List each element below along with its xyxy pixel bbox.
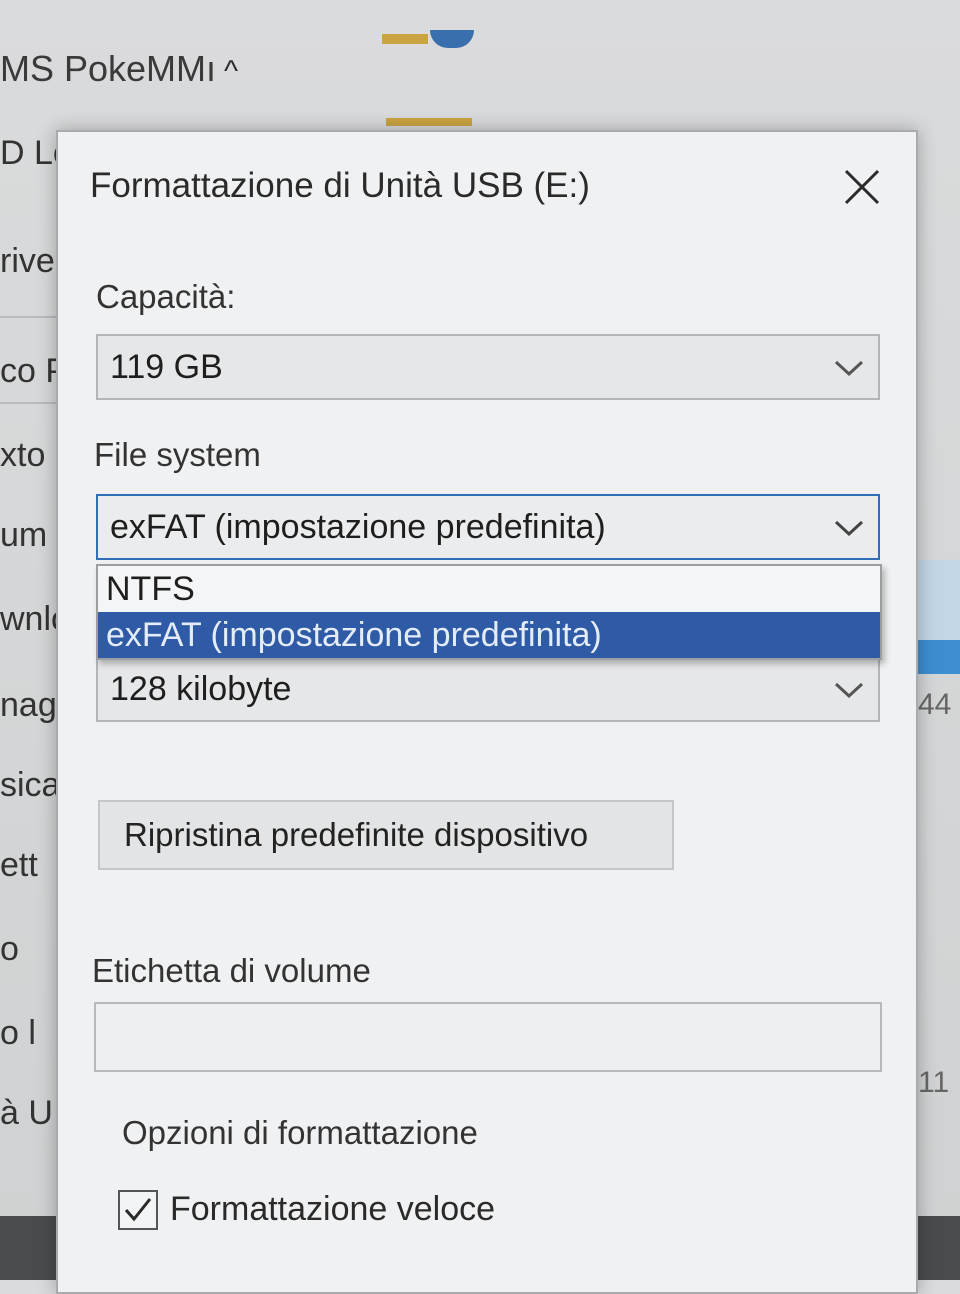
volume-label-label: Etichetta di volume: [92, 952, 371, 989]
file-system-dropdown-list: NTFS exFAT (impostazione predefinita): [96, 564, 882, 660]
sidebar-item[interactable]: xto: [0, 436, 56, 475]
file-system-label: File system: [94, 436, 261, 473]
background-progress-bar: [914, 640, 960, 674]
toolbar-icon-fragment: [386, 118, 472, 126]
format-options-label: Opzioni di formattazione: [122, 1114, 478, 1151]
chevron-down-icon: [834, 520, 864, 537]
chevron-up-icon[interactable]: ^: [224, 55, 238, 89]
sidebar-item[interactable]: co P: [0, 352, 56, 391]
allocation-unit-combobox[interactable]: 128 kilobyte: [96, 656, 880, 722]
sidebar-item[interactable]: à U: [0, 1094, 56, 1133]
background-size-value: 44: [918, 688, 952, 721]
sidebar-item[interactable]: wnlo: [0, 600, 56, 639]
dropdown-option-exfat[interactable]: exFAT (impostazione predefinita): [98, 612, 880, 658]
sidebar-item[interactable]: sica: [0, 766, 56, 805]
allocation-unit-value: 128 kilobyte: [110, 670, 292, 708]
capacity-label: Capacità:: [96, 278, 236, 315]
capacity-value: 119 GB: [110, 348, 223, 386]
chevron-down-icon: [834, 682, 864, 699]
sidebar-item[interactable]: o: [0, 930, 56, 969]
background-size-value: 11: [918, 1066, 950, 1099]
sidebar-item[interactable]: um: [0, 516, 56, 555]
sidebar-item[interactable]: nag: [0, 686, 56, 725]
checkmark-icon: [124, 1198, 152, 1222]
volume-label-input[interactable]: [94, 1002, 882, 1072]
capacity-combobox[interactable]: 119 GB: [96, 334, 880, 400]
sidebar-divider: [0, 402, 56, 404]
sidebar-divider: [0, 316, 56, 318]
sidebar-item[interactable]: rive: [0, 242, 56, 281]
dialog-title: Formattazione di Unità USB (E:): [90, 166, 590, 205]
file-system-combobox[interactable]: exFAT (impostazione predefinita): [96, 494, 880, 560]
restore-defaults-button[interactable]: Ripristina predefinite dispositivo: [98, 800, 674, 870]
sidebar-item[interactable]: o l: [0, 1014, 56, 1053]
quick-format-label[interactable]: Formattazione veloce: [170, 1190, 495, 1229]
background-window-title: MS PokeMMı ^: [0, 48, 239, 89]
close-button[interactable]: [826, 154, 898, 220]
toolbar-icon-fragment: [430, 30, 474, 48]
sidebar-item[interactable]: D Lo: [0, 134, 56, 173]
close-icon: [844, 169, 880, 205]
sidebar-item[interactable]: ett: [0, 846, 56, 885]
quick-format-checkbox[interactable]: [118, 1190, 158, 1230]
chevron-down-icon: [834, 360, 864, 377]
format-dialog: Formattazione di Unità USB (E:) Capacità…: [56, 130, 918, 1294]
dropdown-option-ntfs[interactable]: NTFS: [98, 566, 880, 612]
toolbar-icon-fragment: [382, 34, 428, 44]
file-system-value: exFAT (impostazione predefinita): [110, 508, 606, 546]
